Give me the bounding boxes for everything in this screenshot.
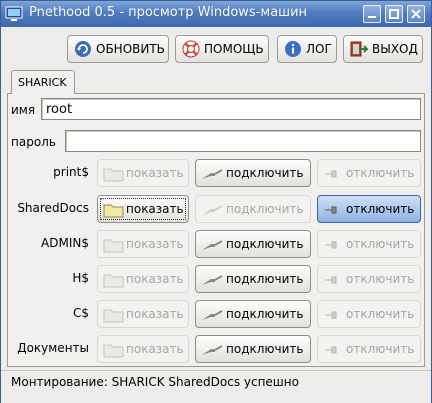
show-label: показать <box>126 272 184 286</box>
maximize-icon <box>389 9 399 19</box>
disconnect-button-shareddocs[interactable]: отключить <box>317 195 421 223</box>
folder-icon <box>103 239 124 253</box>
plug-disconnect-icon <box>325 170 337 178</box>
folder-icon <box>103 168 124 182</box>
disconnect-button-print[interactable]: отключить <box>317 159 421 187</box>
show-label: показать <box>126 166 184 180</box>
plug-connect-icon <box>202 240 223 250</box>
connect-label: подключить <box>226 202 304 216</box>
disconnect-label: отключить <box>346 166 415 180</box>
connect-label: подключить <box>226 272 304 286</box>
show-button-h[interactable]: показать <box>97 265 189 293</box>
show-button-documents[interactable]: показать <box>97 335 189 363</box>
folder-icon <box>103 344 124 358</box>
disconnect-button-c[interactable]: отключить <box>317 300 421 328</box>
disconnect-label: отключить <box>346 202 415 216</box>
plug-connect-icon <box>202 205 223 215</box>
help-label: ПОМОЩЬ <box>204 42 264 56</box>
connect-button-documents[interactable]: подключить <box>195 335 311 363</box>
connect-label: подключить <box>226 342 304 356</box>
share-name-print: print$ <box>53 165 89 179</box>
name-value: root <box>46 102 73 117</box>
share-name-shareddocs: SharedDocs <box>17 201 89 215</box>
name-field[interactable]: root <box>41 98 421 120</box>
disconnect-label: отключить <box>346 237 415 251</box>
connect-button-admin[interactable]: подключить <box>195 230 311 258</box>
refresh-button[interactable]: ОБНОВИТЬ <box>67 35 169 63</box>
plug-connect-icon <box>202 310 223 320</box>
share-name-admin: ADMIN$ <box>41 236 89 250</box>
refresh-icon <box>75 41 91 57</box>
minimize-button[interactable] <box>363 5 381 23</box>
disconnect-label: отключить <box>346 342 415 356</box>
show-button-shareddocs[interactable]: показать <box>97 195 189 223</box>
connect-label: подключить <box>226 237 304 251</box>
show-label: показать <box>126 307 184 321</box>
help-button[interactable]: ПОМОЩЬ <box>175 35 269 63</box>
password-field[interactable] <box>65 130 421 152</box>
status-text: Монтирование: SHARICK SharedDocs успешно <box>11 375 299 389</box>
disconnect-button-documents[interactable]: отключить <box>317 335 421 363</box>
maximize-button[interactable] <box>385 5 403 23</box>
plug-connect-icon <box>202 169 223 179</box>
plug-disconnect-icon <box>325 346 337 354</box>
share-name-documents: Документы <box>17 341 89 355</box>
title-bar[interactable]: Pnethood 0.5 - просмотр Windows-машин <box>1 1 431 27</box>
folder-icon <box>103 274 124 288</box>
exit-button[interactable]: ВЫХОД <box>343 35 423 63</box>
show-button-admin[interactable]: показать <box>97 230 189 258</box>
plug-disconnect-icon <box>325 311 337 319</box>
show-button-print[interactable]: показать <box>97 159 189 187</box>
log-button[interactable]: ЛОГ <box>277 35 337 63</box>
disconnect-label: отключить <box>346 307 415 321</box>
status-bar: Монтирование: SHARICK SharedDocs успешно <box>1 370 431 403</box>
plug-connect-icon <box>202 345 223 355</box>
plug-disconnect-icon <box>325 206 337 214</box>
share-name-c: C$ <box>72 306 89 320</box>
close-button[interactable] <box>407 5 425 23</box>
plug-connect-icon <box>202 275 223 285</box>
folder-icon <box>103 204 124 218</box>
connect-label: подключить <box>226 166 304 180</box>
close-icon <box>411 9 421 19</box>
exit-icon <box>350 41 368 57</box>
connect-button-c[interactable]: подключить <box>195 300 311 328</box>
log-label: ЛОГ <box>306 42 332 56</box>
disconnect-button-admin[interactable]: отключить <box>317 230 421 258</box>
exit-label: ВЫХОД <box>372 42 418 56</box>
app-window: Pnethood 0.5 - просмотр Windows-машин ОБ… <box>0 0 432 403</box>
minimize-icon <box>368 16 376 18</box>
window-title: Pnethood 0.5 - просмотр Windows-машин <box>29 5 308 20</box>
show-label: показать <box>126 237 184 251</box>
plug-disconnect-icon <box>325 276 337 284</box>
show-label: показать <box>126 202 184 216</box>
connect-label: подключить <box>226 307 304 321</box>
password-label: пароль <box>11 135 56 149</box>
app-icon <box>5 6 23 21</box>
tab-label: SHARICK <box>18 76 67 89</box>
folder-icon <box>103 309 124 323</box>
info-icon <box>285 41 301 57</box>
disconnect-button-h[interactable]: отключить <box>317 265 421 293</box>
tab-sharick[interactable]: SHARICK <box>11 70 75 94</box>
plug-disconnect-icon <box>325 241 337 249</box>
refresh-label: ОБНОВИТЬ <box>96 42 165 56</box>
connect-button-shareddocs[interactable]: подключить <box>195 195 311 223</box>
share-name-h: H$ <box>72 271 89 285</box>
connect-button-print[interactable]: подключить <box>195 159 311 187</box>
name-label: имя <box>11 103 36 117</box>
show-button-c[interactable]: показать <box>97 300 189 328</box>
lifebuoy-icon <box>182 40 200 58</box>
disconnect-label: отключить <box>346 272 415 286</box>
show-label: показать <box>126 342 184 356</box>
connect-button-h[interactable]: подключить <box>195 265 311 293</box>
